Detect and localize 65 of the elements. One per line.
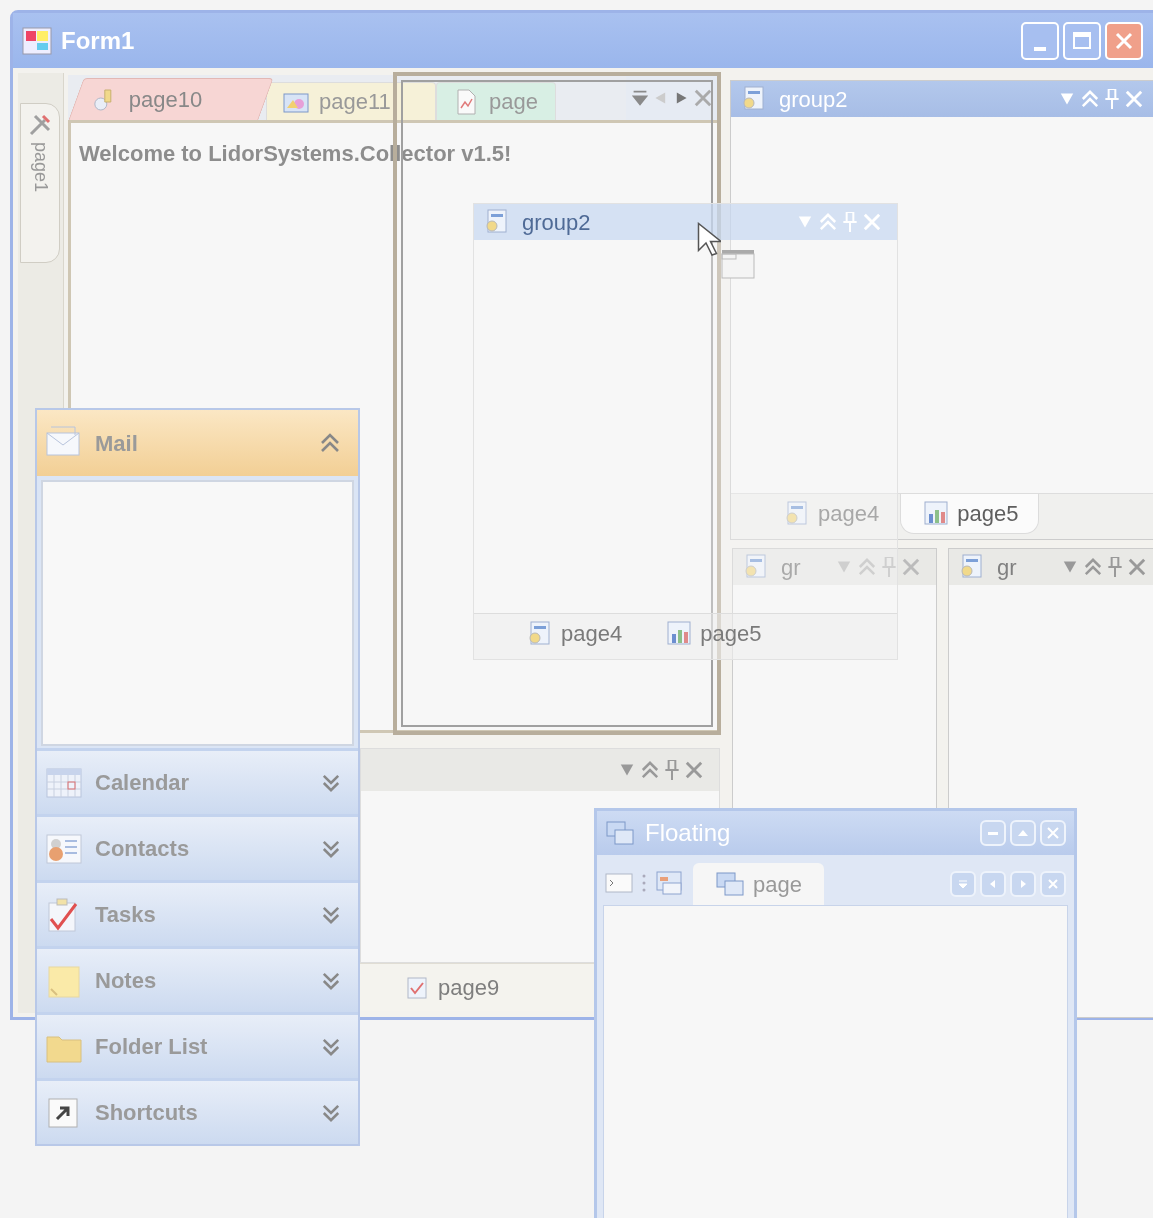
restore-button[interactable] — [1010, 820, 1036, 846]
close-icon[interactable] — [685, 761, 703, 779]
outlook-bar-item[interactable]: Shortcuts — [37, 1078, 358, 1144]
toolbar-grip-icon — [641, 872, 647, 894]
document-tab[interactable]: page10 — [68, 78, 274, 120]
side-tab[interactable]: page1 — [20, 103, 60, 263]
maximize-button[interactable] — [1063, 21, 1101, 60]
panel-title: group2 — [779, 85, 848, 114]
document-tab[interactable]: page — [436, 82, 556, 120]
minimize-icon — [1034, 46, 1046, 51]
close-icon — [1046, 826, 1060, 840]
expand-icon — [322, 1103, 340, 1122]
console-icon[interactable] — [605, 872, 633, 894]
tab-list-icon[interactable] — [632, 90, 648, 106]
expand-icon — [322, 1037, 340, 1056]
windows-icon — [715, 870, 745, 898]
windows-icon — [605, 819, 635, 847]
expand-icon — [322, 773, 340, 792]
panel-tab[interactable]: page5 — [900, 494, 1040, 534]
dropdown-arrow-icon[interactable] — [836, 560, 852, 574]
expand-icon — [322, 905, 340, 924]
close-button[interactable] — [1040, 820, 1066, 846]
window-icon[interactable] — [655, 869, 685, 897]
pin-icon[interactable] — [665, 760, 679, 780]
outlook-bar-item[interactable]: Calendar — [37, 748, 358, 814]
dropdown-arrow-icon[interactable] — [1062, 560, 1078, 574]
scroll-left-icon[interactable] — [980, 871, 1006, 897]
tools-icon — [27, 112, 53, 138]
panel-tab[interactable]: page5 — [643, 614, 783, 654]
panel-tab[interactable]: page4 — [504, 614, 644, 654]
outlook-bar-item[interactable]: Notes — [37, 946, 358, 1012]
window-title: Form1 — [61, 25, 135, 56]
panel-tab[interactable]: page4 — [761, 494, 901, 534]
scroll-right-icon[interactable] — [674, 91, 688, 105]
maximize-icon — [1072, 30, 1092, 51]
panel-title: group2 — [522, 208, 591, 237]
floating-window-title: Floating — [645, 818, 731, 848]
outlook-bar-item[interactable]: Folder List — [37, 1012, 358, 1078]
outlook-bar-item[interactable]: Tasks — [37, 880, 358, 946]
document-tab[interactable]: page11 — [266, 82, 436, 120]
close-icon[interactable] — [694, 89, 712, 107]
panel-tab[interactable]: page9 — [384, 967, 520, 1008]
collapse-icon[interactable] — [641, 761, 659, 779]
panel-title: gr — [781, 553, 801, 582]
expand-icon — [322, 971, 340, 990]
panel-title: gr — [997, 553, 1017, 582]
close-icon[interactable] — [902, 558, 920, 576]
outlook-bar-item[interactable]: Contacts — [37, 814, 358, 880]
scroll-left-icon[interactable] — [654, 91, 668, 105]
pin-icon[interactable] — [882, 557, 896, 577]
minimize-button[interactable] — [980, 820, 1006, 846]
collapse-icon — [320, 433, 340, 453]
pin-icon[interactable] — [1108, 557, 1122, 577]
floating-tab[interactable]: page — [693, 863, 824, 905]
collapse-icon[interactable] — [858, 558, 876, 576]
app-icon — [21, 25, 53, 56]
outlook-bar-item[interactable]: Mail — [37, 410, 358, 476]
close-icon — [1114, 30, 1134, 51]
expand-icon — [322, 839, 340, 858]
side-tab-label: page1 — [29, 142, 52, 193]
dropdown-arrow-icon[interactable] — [797, 215, 813, 229]
dropdown-arrow-icon[interactable] — [1059, 92, 1075, 106]
dropdown-arrow-icon[interactable] — [619, 763, 635, 777]
collapse-icon[interactable] — [1084, 558, 1102, 576]
close-icon[interactable] — [1128, 558, 1146, 576]
